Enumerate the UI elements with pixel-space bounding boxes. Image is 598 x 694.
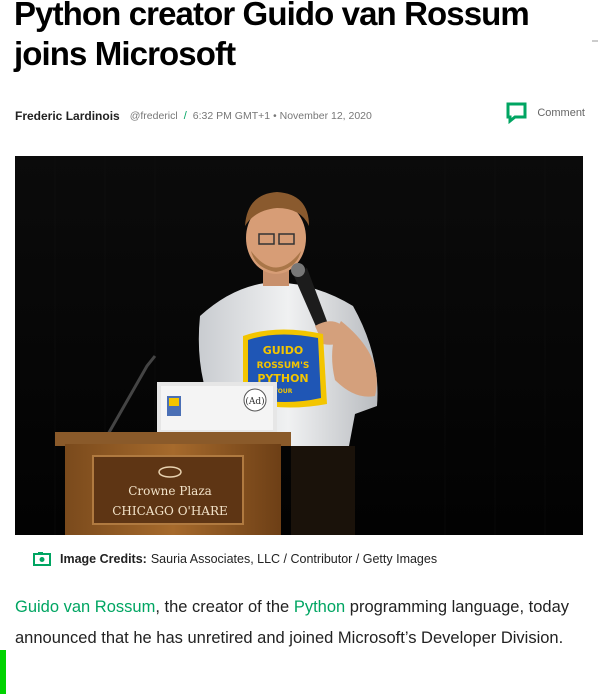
lede-text-1: , the creator of the: [155, 598, 294, 616]
author-twitter-handle[interactable]: @fredericl: [130, 110, 178, 122]
podium-sign-line-1: Crowne Plaza: [128, 484, 212, 498]
article-lede: Guido van Rossum, the creator of the Pyt…: [15, 592, 590, 654]
laptop: (Ad): [157, 382, 277, 434]
comment-icon: [506, 102, 528, 125]
comment-label: Comment: [537, 107, 585, 119]
author-link[interactable]: Frederic Lardinois: [15, 109, 120, 123]
camera-icon: [33, 552, 51, 566]
shirt-line-2: ROSSUM'S: [257, 361, 310, 371]
byline: Frederic Lardinois @fredericl / 6:32 PM …: [15, 102, 585, 126]
article-page: { "article": { "headline": "Python creat…: [0, 0, 598, 694]
shirt-line-1: GUIDO: [263, 344, 304, 357]
publish-time: 6:32 PM GMT+1: [192, 110, 271, 122]
image-credits: Image Credits: Sauria Associates, LLC / …: [33, 550, 437, 568]
image-credits-text: Sauria Associates, LLC / Contributor / G…: [150, 552, 438, 566]
scroll-edge-mark: [592, 40, 598, 42]
image-credits-label: Image Credits:: [60, 552, 147, 566]
article-headline: Python creator Guido van Rossum joins Mi…: [14, 0, 530, 72]
laptop-sticker: (Ad): [245, 396, 264, 407]
guido-van-rossum-link[interactable]: Guido van Rossum: [15, 598, 155, 616]
highlight-bar: [0, 650, 6, 694]
podium-sign-line-2: CHICAGO O'HARE: [112, 504, 228, 518]
byline-dot: •: [273, 110, 277, 122]
publish-date: November 12, 2020: [279, 110, 372, 122]
byline-separator: /: [183, 110, 187, 122]
comment-button[interactable]: Comment: [506, 102, 585, 125]
podium: Crowne Plaza CHICAGO O'HARE: [55, 432, 291, 535]
article-photo: GUIDO ROSSUM'S PYTHON TOUR (Ad) Crowne P…: [15, 156, 583, 535]
python-link[interactable]: Python: [294, 598, 345, 616]
